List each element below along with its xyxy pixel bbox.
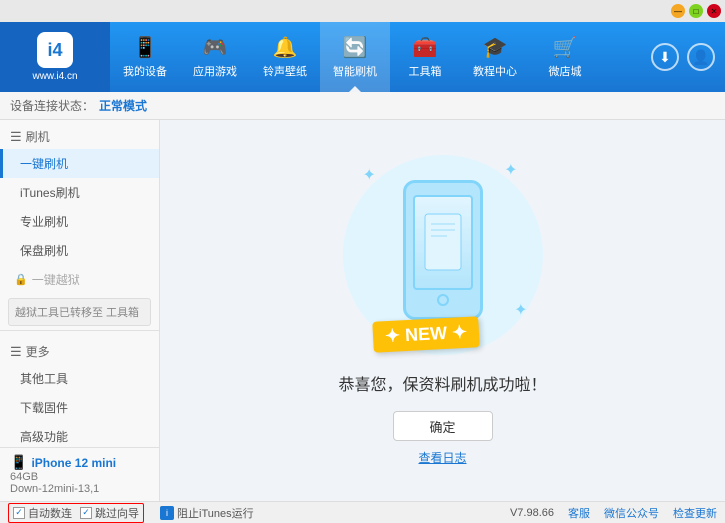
check-update-link[interactable]: 检查更新: [673, 505, 717, 521]
nav-apps-label: 应用游戏: [193, 63, 237, 79]
lock-icon: 🔒: [14, 273, 28, 286]
jailbreak-label: 一键越狱: [32, 271, 80, 288]
auto-connect-box[interactable]: ✓: [13, 507, 25, 519]
header: i4 www.i4.cn 📱 我的设备 🎮 应用游戏 🔔 铃声壁纸 🔄 智能刷机: [0, 22, 725, 92]
nav-ringtones-label: 铃声壁纸: [263, 63, 307, 79]
download-button[interactable]: ⬇: [651, 43, 679, 71]
status-value: 正常模式: [99, 97, 147, 114]
sidebar-item-other-tools[interactable]: 其他工具: [0, 364, 159, 393]
sidebar-section-flash: ☰ 刷机: [0, 120, 159, 149]
bottom-bar: ✓ 自动数连 ✓ 跳过向导 i 阻止iTunes运行 V7.98.66 客服 微…: [0, 501, 725, 523]
auto-connect-label: 自动数连: [28, 505, 72, 521]
more-section-icon: ☰: [10, 344, 22, 360]
sidebar-item-jailbreak: 🔒 一键越狱: [0, 265, 159, 294]
sidebar-divider-1: [0, 330, 159, 331]
nav-ringtones[interactable]: 🔔 铃声壁纸: [250, 22, 320, 92]
nav-smart-flash-label: 智能刷机: [333, 63, 377, 79]
note-text: 越狱工具已转移至 工具箱: [15, 307, 139, 319]
nav-tutorial-label: 教程中心: [473, 63, 517, 79]
wechat-public-link[interactable]: 微信公众号: [604, 505, 659, 521]
auto-connect-checkbox[interactable]: ✓ 自动数连: [13, 505, 72, 521]
status-bar: 设备连接状态： 正常模式: [0, 92, 725, 120]
device-model: Down-12mini-13,1: [10, 483, 149, 495]
sparkle-3: ✦: [514, 300, 527, 320]
flash-section-icon: ☰: [10, 129, 22, 145]
nav-my-device-label: 我的设备: [123, 63, 167, 79]
device-name: iPhone 12 mini: [31, 456, 116, 470]
nav-my-device[interactable]: 📱 我的设备: [110, 22, 180, 92]
skip-wizard-checkbox[interactable]: ✓ 跳过向导: [80, 505, 139, 521]
toolbox-icon: 🧰: [413, 35, 438, 60]
sidebar: ☰ 刷机 一键刷机 iTunes刷机 专业刷机 保盘刷机 🔒 一键越狱 越狱工具…: [0, 120, 159, 447]
maximize-button[interactable]: □: [689, 4, 703, 18]
apps-icon: 🎮: [203, 35, 228, 60]
sidebar-section-more: ☰ 更多: [0, 335, 159, 364]
checkbox-group: ✓ 自动数连 ✓ 跳过向导: [8, 503, 144, 523]
main-area: ☰ 刷机 一键刷机 iTunes刷机 专业刷机 保盘刷机 🔒 一键越狱 越狱工具…: [0, 120, 725, 501]
logo-icon: i4: [37, 32, 73, 68]
sidebar-note: 越狱工具已转移至 工具箱: [8, 298, 151, 326]
nav-smart-flash[interactable]: 🔄 智能刷机: [320, 22, 390, 92]
sidebar-item-save-flash[interactable]: 保盘刷机: [0, 236, 159, 265]
confirm-button[interactable]: 确定: [393, 411, 493, 441]
ringtone-icon: 🔔: [273, 35, 298, 60]
nav-bar: 📱 我的设备 🎮 应用游戏 🔔 铃声壁纸 🔄 智能刷机 🧰 工具箱 🎓: [110, 22, 651, 92]
phone-screen-graphic: [423, 212, 463, 272]
device-storage: 64GB: [10, 471, 149, 483]
phone-icon: 📱: [10, 454, 27, 471]
success-illustration: ✦ NEW ✦ ✦ ✦ ✦: [343, 155, 543, 355]
bottom-right: V7.98.66 客服 微信公众号 检查更新: [510, 505, 717, 521]
sidebar-section-more-label: 更多: [26, 343, 50, 360]
nav-toolbox[interactable]: 🧰 工具箱: [390, 22, 460, 92]
phone-screen: [413, 195, 473, 290]
nav-tutorial[interactable]: 🎓 教程中心: [460, 22, 530, 92]
tutorial-icon: 🎓: [483, 35, 508, 60]
weidian-icon: 🛒: [553, 35, 578, 60]
smart-flash-icon: 🔄: [343, 35, 368, 60]
new-badge: ✦ NEW ✦: [372, 316, 480, 353]
header-right: ⬇ 👤: [651, 43, 725, 71]
stop-itunes-area: i 阻止iTunes运行: [154, 505, 260, 521]
app-window: — □ ✕ i4 www.i4.cn 📱 我的设备 🎮 应用游戏 🔔 铃声壁纸: [0, 0, 725, 523]
sidebar-item-one-click-flash[interactable]: 一键刷机: [0, 149, 159, 178]
sparkle-2: ✦: [504, 160, 517, 180]
customer-service-link[interactable]: 客服: [568, 505, 590, 521]
stop-itunes-label: 阻止iTunes运行: [177, 505, 254, 521]
content-area: ✦ NEW ✦ ✦ ✦ ✦ 恭喜您，保资料刷机成功啦！ 确定 查看日志: [160, 120, 725, 501]
titlebar: — □ ✕: [0, 0, 725, 22]
my-device-icon: 📱: [133, 35, 158, 60]
stop-itunes-icon: i: [160, 506, 174, 520]
sidebar-item-download-firmware[interactable]: 下载固件: [0, 393, 159, 422]
sidebar-item-advanced[interactable]: 高级功能: [0, 422, 159, 447]
close-button[interactable]: ✕: [707, 4, 721, 18]
device-info: 📱 iPhone 12 mini 64GB Down-12mini-13,1: [0, 447, 159, 501]
goto-log-link[interactable]: 查看日志: [418, 449, 466, 466]
nav-apps-games[interactable]: 🎮 应用游戏: [180, 22, 250, 92]
sidebar-item-itunes-flash[interactable]: iTunes刷机: [0, 178, 159, 207]
phone-home-button: [437, 294, 449, 306]
version-text: V7.98.66: [510, 507, 554, 519]
nav-weidian[interactable]: 🛒 微店城: [530, 22, 600, 92]
sidebar-item-pro-flash[interactable]: 专业刷机: [0, 207, 159, 236]
left-panel: ☰ 刷机 一键刷机 iTunes刷机 专业刷机 保盘刷机 🔒 一键越狱 越狱工具…: [0, 120, 160, 501]
logo-symbol: i4: [47, 40, 62, 61]
skip-wizard-box[interactable]: ✓: [80, 507, 92, 519]
skip-wizard-label: 跳过向导: [95, 505, 139, 521]
sidebar-section-flash-label: 刷机: [26, 128, 50, 145]
nav-toolbox-label: 工具箱: [409, 63, 442, 79]
nav-weidian-label: 微店城: [549, 63, 582, 79]
success-message: 恭喜您，保资料刷机成功啦！: [338, 371, 546, 395]
logo-text: www.i4.cn: [32, 71, 77, 82]
bottom-left: ✓ 自动数连 ✓ 跳过向导 i 阻止iTunes运行: [8, 503, 260, 523]
logo-area: i4 www.i4.cn: [0, 22, 110, 92]
user-button[interactable]: 👤: [687, 43, 715, 71]
sparkle-1: ✦: [363, 165, 376, 185]
status-label: 设备连接状态：: [10, 97, 94, 114]
minimize-button[interactable]: —: [671, 4, 685, 18]
